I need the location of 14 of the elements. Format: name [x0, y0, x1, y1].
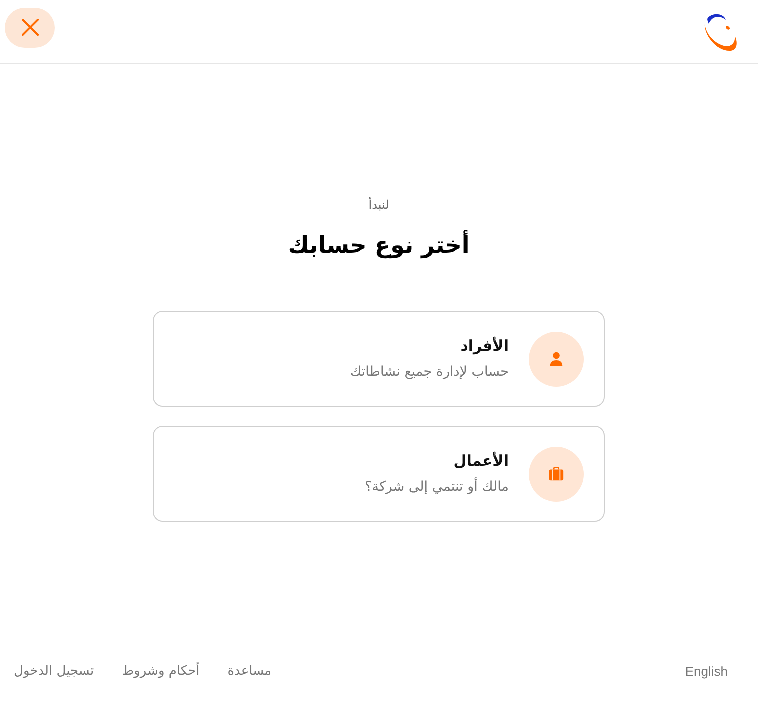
intro-label: لنبدأ [368, 197, 390, 213]
account-type-option[interactable]: الأعمال مالك أو تنتمي إلى شركة؟ [153, 426, 605, 522]
option-description: مالك أو تنتمي إلى شركة؟ [365, 477, 509, 497]
close-button[interactable] [5, 8, 55, 48]
option-title: الأفراد [460, 336, 509, 356]
close-icon [22, 19, 38, 36]
language-link[interactable]: English [685, 663, 728, 681]
footer-link[interactable]: أحكام وشروط [122, 663, 200, 681]
footer-link[interactable]: مساعدة [228, 663, 272, 681]
footer-link[interactable]: تسجيل الدخول [14, 663, 94, 681]
option-description: حساب لإدارة جميع نشاطاتك [350, 363, 509, 382]
page-title: أختر نوع حسابك [288, 231, 470, 261]
account-type-option[interactable]: الأفراد حساب لإدارة جميع نشاطاتك [153, 311, 605, 407]
option-title: الأعمال [454, 451, 509, 471]
